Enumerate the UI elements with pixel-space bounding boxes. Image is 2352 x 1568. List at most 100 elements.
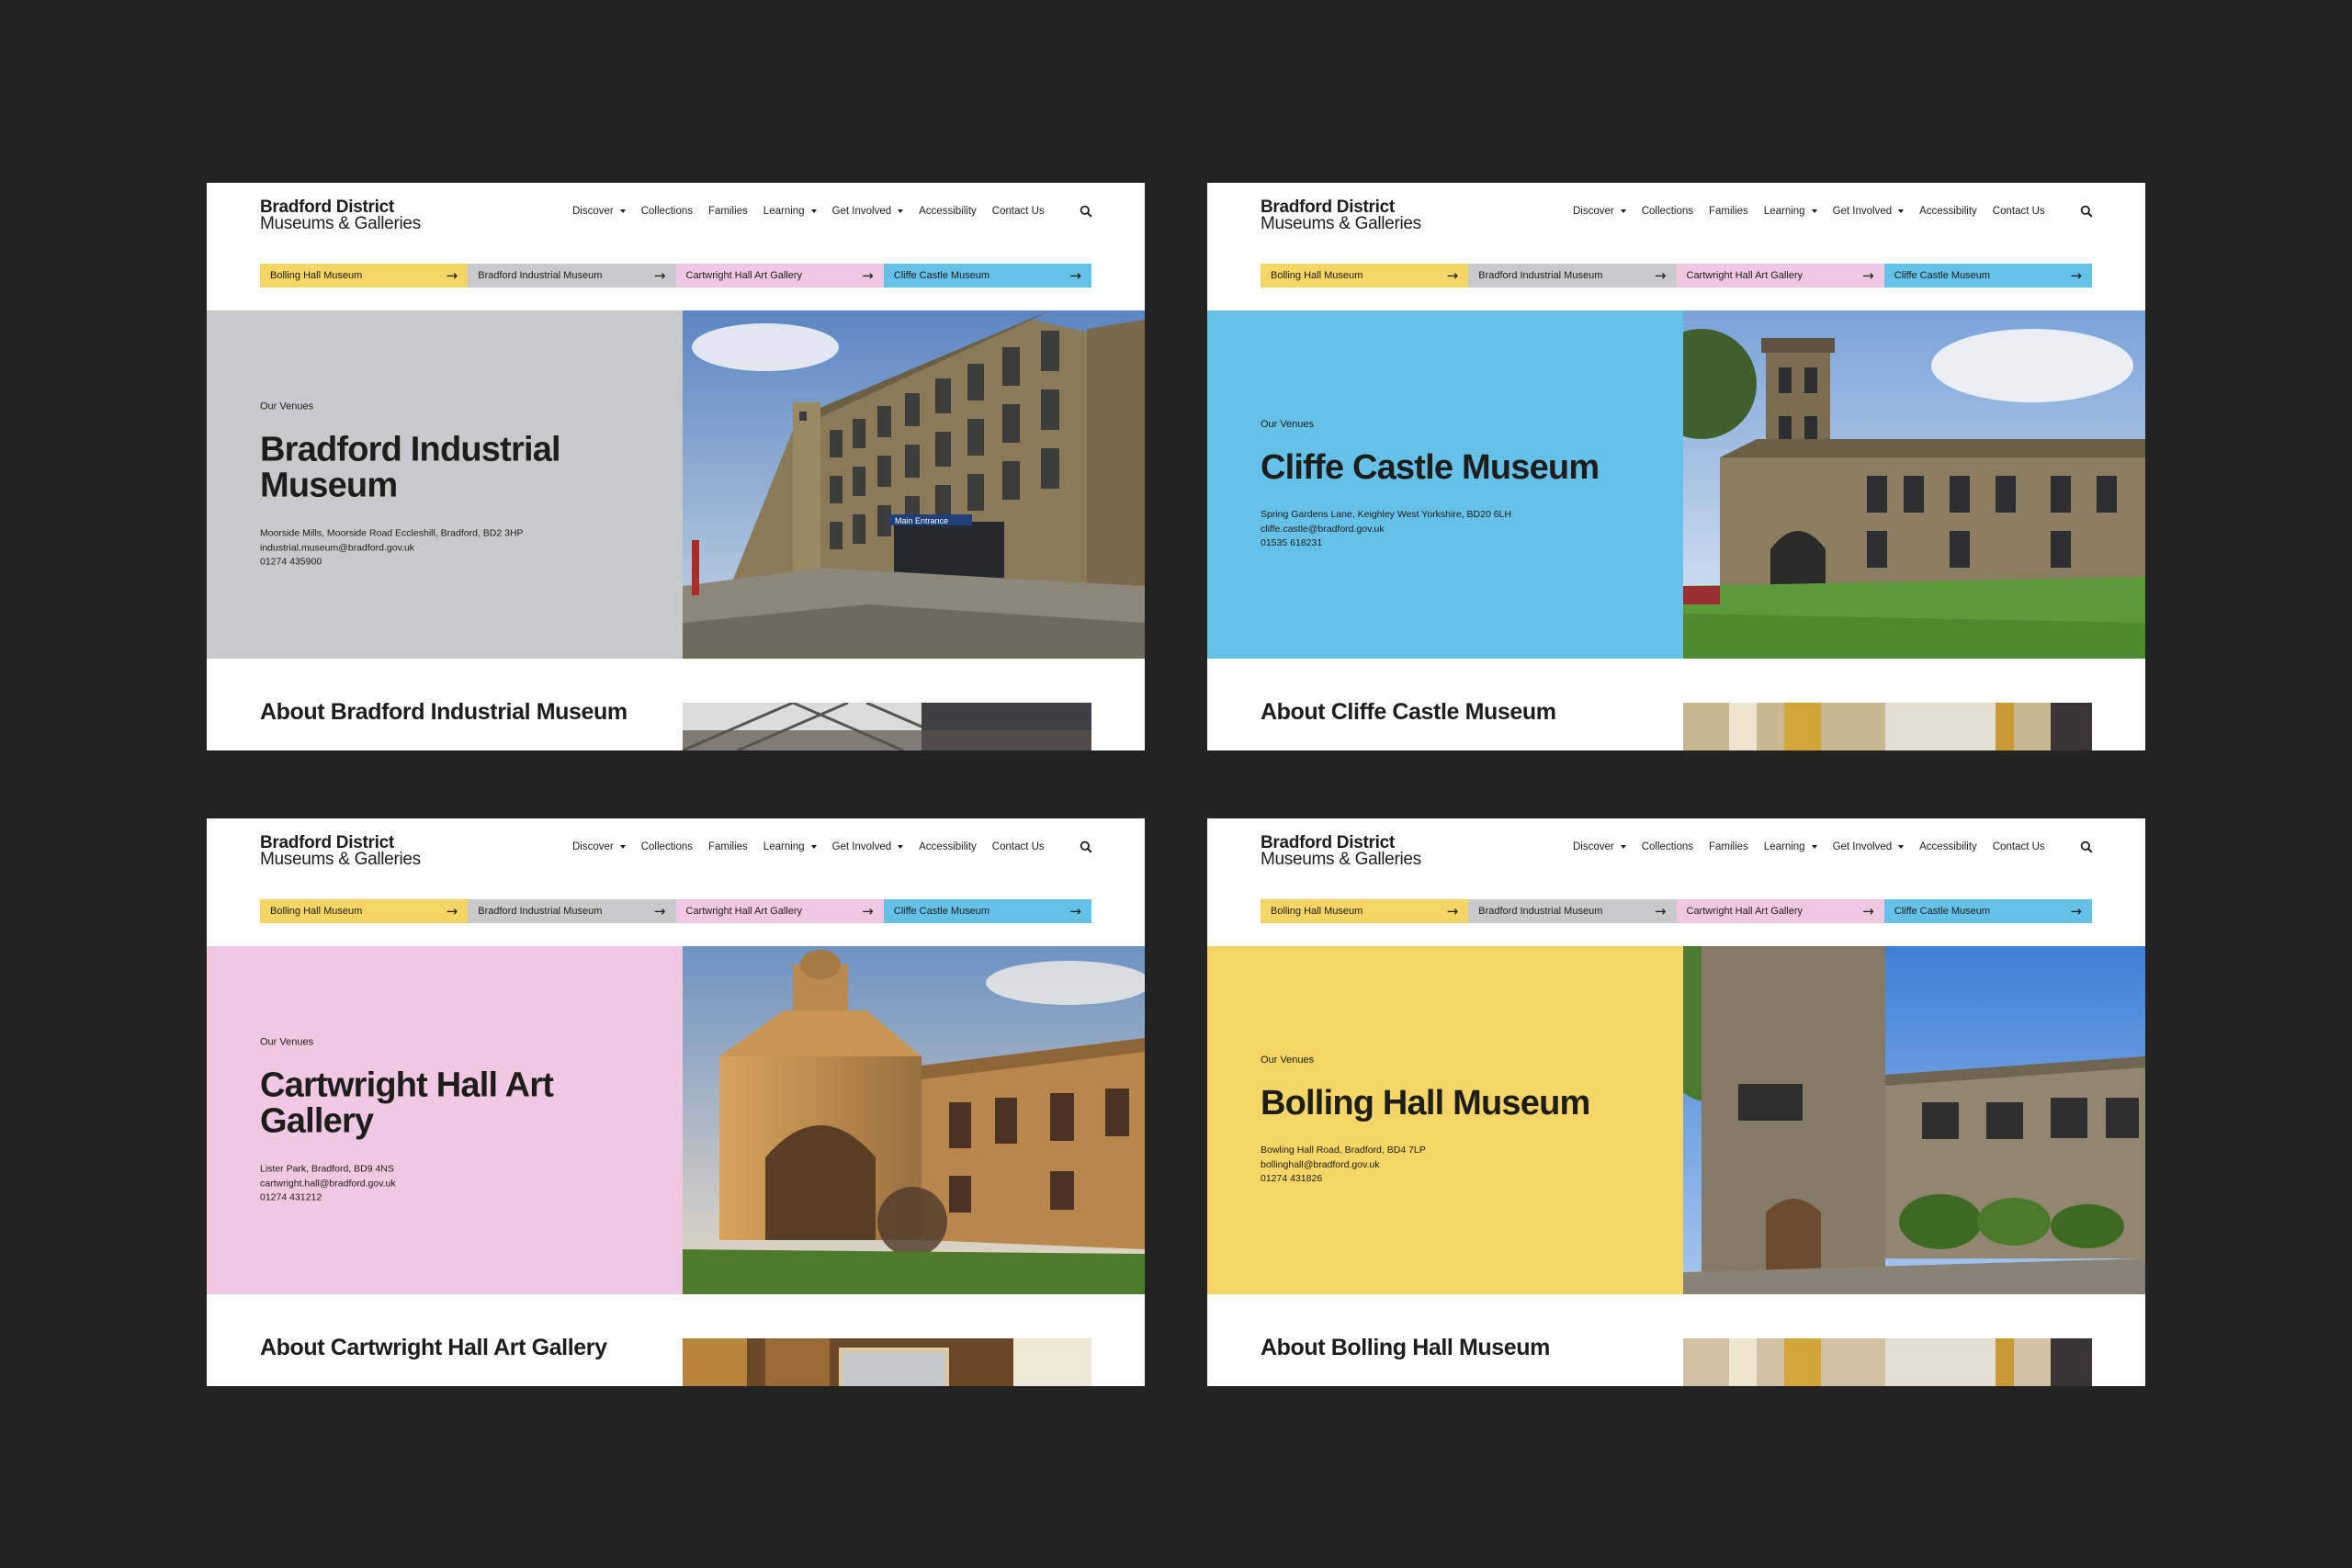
venue-address: Spring Gardens Lane, Keighley West Yorks… — [1261, 509, 1511, 521]
page-title: Cliffe Castle Museum — [1261, 447, 1600, 487]
arrow-right-icon: → — [653, 266, 666, 284]
arrow-right-icon: → — [446, 902, 458, 919]
venue-address: Moorside Mills, Moorside Road Eccleshill… — [260, 527, 524, 539]
arrow-right-icon: → — [446, 266, 458, 284]
nav-collections[interactable]: Collections — [641, 206, 693, 217]
site-logo[interactable]: Bradford District Museums & Galleries — [260, 834, 444, 868]
hero: Our Venues Bradford Industrial Museum Mo… — [207, 310, 1145, 659]
nav-get-involved[interactable]: Get Involved — [1833, 206, 1905, 217]
nav-learning[interactable]: Learning — [1764, 841, 1817, 852]
venue-phone[interactable]: 01274 431212 — [260, 1190, 664, 1204]
nav-collections[interactable]: Collections — [1642, 206, 1693, 217]
venue-email[interactable]: cartwright.hall@bradford.gov.uk — [260, 1177, 664, 1190]
page-bradford-industrial-museum: Bradford District Museums & Galleries Di… — [207, 183, 1145, 750]
hero-panel: Our Venues Cliffe Castle Museum Spring G… — [1207, 310, 1683, 659]
hero-photo-gallery-building — [683, 946, 1145, 1294]
nav-families[interactable]: Families — [1709, 206, 1748, 217]
venue-tab-cliffe-castle[interactable]: Cliffe Castle Museum → — [1883, 899, 2092, 923]
venue-phone[interactable]: 01274 431826 — [1261, 1172, 1665, 1186]
venue-tab-bar: Bolling Hall Museum → Bradford Industrial… — [260, 264, 1091, 288]
page-title: Bradford Industrial Museum — [260, 429, 561, 505]
site-logo[interactable]: Bradford District Museums & Galleries — [260, 198, 444, 232]
venue-tab-cliffe-castle[interactable]: Cliffe Castle Museum → — [1883, 264, 2092, 288]
nav-get-involved[interactable]: Get Involved — [832, 841, 904, 852]
nav-learning[interactable]: Learning — [763, 841, 817, 852]
venue-phone[interactable]: 01274 435900 — [260, 555, 664, 569]
search-icon[interactable] — [1080, 205, 1092, 218]
nav-discover[interactable]: Discover — [572, 841, 626, 852]
venue-tab-bradford-industrial[interactable]: Bradford Industrial Museum → — [1468, 264, 1677, 288]
venue-tab-cartwright-hall[interactable]: Cartwright Hall Art Gallery → — [675, 264, 884, 288]
site-logo[interactable]: Bradford District Museums & Galleries — [1261, 198, 1444, 232]
hero-panel: Our Venues Bradford Industrial Museum Mo… — [207, 310, 683, 659]
eyebrow: Our Venues — [260, 400, 314, 412]
search-icon[interactable] — [2080, 840, 2093, 853]
about-heading: About Cartwright Hall Art Gallery — [260, 1335, 607, 1360]
nav-discover[interactable]: Discover — [572, 206, 626, 217]
venue-email[interactable]: cliffe.castle@bradford.gov.uk — [1261, 523, 1665, 536]
eyebrow: Our Venues — [1261, 1054, 1315, 1066]
arrow-right-icon: → — [1862, 266, 1874, 284]
venue-tab-bradford-industrial[interactable]: Bradford Industrial Museum → — [1468, 899, 1677, 923]
venue-email[interactable]: industrial.museum@bradford.gov.uk — [260, 541, 664, 555]
venue-tab-bolling-hall[interactable]: Bolling Hall Museum → — [260, 899, 469, 923]
about-image — [1683, 1338, 2092, 1386]
about-image — [1683, 703, 2092, 750]
arrow-right-icon: → — [1654, 902, 1667, 919]
arrow-right-icon: → — [1446, 266, 1459, 284]
venue-tab-cartwright-hall[interactable]: Cartwright Hall Art Gallery → — [1676, 899, 1884, 923]
hero: Our Venues Bolling Hall Museum Bowling H… — [1207, 946, 2145, 1294]
nav-discover[interactable]: Discover — [1573, 841, 1626, 852]
search-icon[interactable] — [1080, 840, 1092, 853]
venue-tab-bradford-industrial[interactable]: Bradford Industrial Museum → — [468, 264, 676, 288]
nav-contact-us[interactable]: Contact Us — [1993, 206, 2045, 217]
about-heading: About Bradford Industrial Museum — [260, 699, 628, 725]
arrow-right-icon: → — [1069, 266, 1081, 284]
hero-photo-mill-building: Main Entrance — [683, 310, 1145, 659]
venue-tab-cartwright-hall[interactable]: Cartwright Hall Art Gallery → — [675, 899, 884, 923]
page-title: Bolling Hall Museum — [1261, 1083, 1590, 1122]
eyebrow: Our Venues — [260, 1035, 314, 1047]
nav-accessibility[interactable]: Accessibility — [1919, 841, 1977, 852]
nav-contact-us[interactable]: Contact Us — [992, 841, 1045, 852]
chevron-down-icon — [810, 845, 817, 849]
arrow-right-icon: → — [2070, 266, 2082, 284]
nav-families[interactable]: Families — [1709, 841, 1748, 852]
nav-collections[interactable]: Collections — [641, 841, 693, 852]
chevron-down-icon — [619, 845, 626, 849]
page-cliffe-castle-museum: Bradford District Museums & Galleries Di… — [1207, 183, 2145, 750]
nav-accessibility[interactable]: Accessibility — [919, 841, 977, 852]
hero: Our Venues Cliffe Castle Museum Spring G… — [1207, 310, 2145, 659]
nav-contact-us[interactable]: Contact Us — [1993, 841, 2045, 852]
venue-tab-cartwright-hall[interactable]: Cartwright Hall Art Gallery → — [1676, 264, 1884, 288]
arrow-right-icon: → — [862, 266, 874, 284]
chevron-down-icon — [1811, 845, 1817, 849]
venue-tab-bolling-hall[interactable]: Bolling Hall Museum → — [1261, 899, 1469, 923]
nav-learning[interactable]: Learning — [1764, 206, 1817, 217]
nav-families[interactable]: Families — [708, 841, 748, 852]
venue-tab-cliffe-castle[interactable]: Cliffe Castle Museum → — [883, 899, 1091, 923]
main-nav: Discover Collections Families Learning G… — [572, 840, 1045, 853]
venue-tab-bolling-hall[interactable]: Bolling Hall Museum → — [260, 264, 469, 288]
venue-tab-cliffe-castle[interactable]: Cliffe Castle Museum → — [883, 264, 1091, 288]
chevron-down-icon — [1898, 845, 1905, 849]
main-nav: Discover Collections Families Learning G… — [1573, 205, 2045, 218]
site-logo[interactable]: Bradford District Museums & Galleries — [1261, 834, 1444, 868]
about-heading: About Bolling Hall Museum — [1261, 1335, 1550, 1360]
nav-learning[interactable]: Learning — [763, 206, 817, 217]
nav-families[interactable]: Families — [708, 206, 748, 217]
nav-discover[interactable]: Discover — [1573, 206, 1626, 217]
venue-tab-bolling-hall[interactable]: Bolling Hall Museum → — [1261, 264, 1469, 288]
nav-contact-us[interactable]: Contact Us — [992, 206, 1045, 217]
nav-get-involved[interactable]: Get Involved — [832, 206, 904, 217]
nav-accessibility[interactable]: Accessibility — [919, 206, 977, 217]
search-icon[interactable] — [2080, 205, 2093, 218]
chevron-down-icon — [898, 209, 904, 213]
nav-accessibility[interactable]: Accessibility — [1919, 206, 1977, 217]
venue-tab-bradford-industrial[interactable]: Bradford Industrial Museum → — [468, 899, 676, 923]
venue-phone[interactable]: 01535 618231 — [1261, 536, 1665, 550]
page-bolling-hall-museum: Bradford District Museums & Galleries Di… — [1207, 818, 2145, 1386]
venue-email[interactable]: bollinghall@bradford.gov.uk — [1261, 1158, 1665, 1172]
nav-collections[interactable]: Collections — [1642, 841, 1693, 852]
nav-get-involved[interactable]: Get Involved — [1833, 841, 1905, 852]
